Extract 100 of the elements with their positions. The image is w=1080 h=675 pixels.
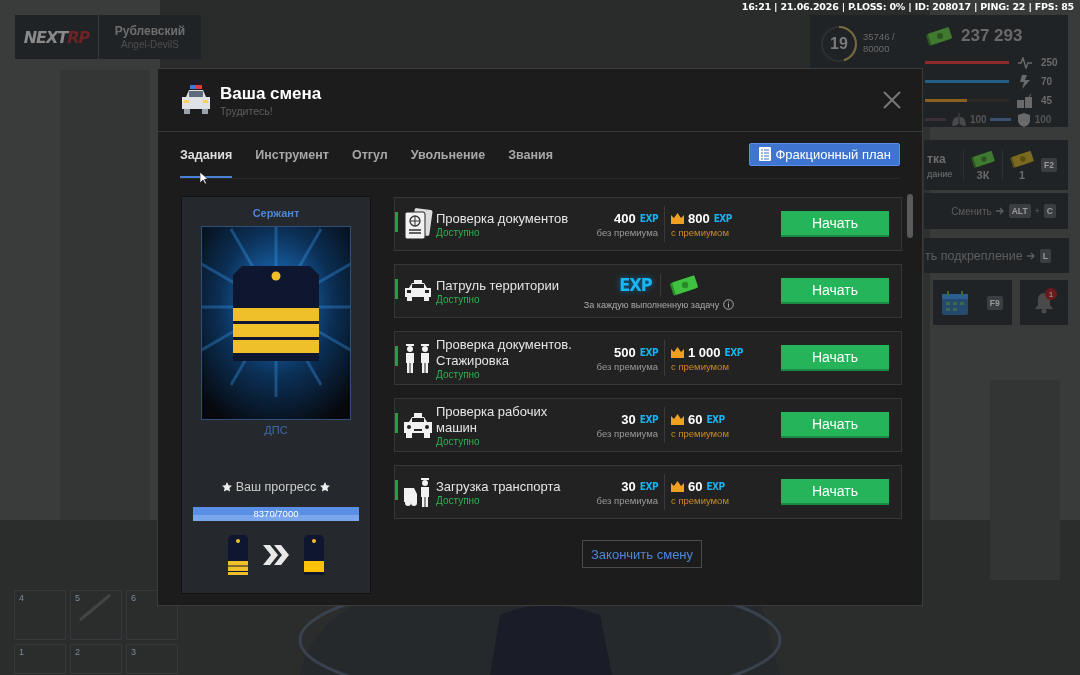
- notification-badge: 1: [1045, 288, 1057, 300]
- faction-plan-button[interactable]: Фракционный план: [749, 142, 900, 166]
- task-title: Проверка документов. Стажировка: [436, 336, 573, 369]
- stat-value: 45: [1041, 95, 1053, 106]
- money-amount: 237 293: [961, 26, 1023, 46]
- reward-caption: без премиума: [596, 227, 658, 238]
- hotbar-slot[interactable]: 5: [70, 590, 122, 640]
- stat-value: 250: [1041, 57, 1058, 68]
- cash-icon: [668, 273, 699, 296]
- calendar-icon: [942, 290, 969, 315]
- pulse-icon: [1018, 56, 1032, 69]
- task-status: Доступно: [436, 226, 481, 238]
- task-title: Проверка документов: [436, 210, 570, 227]
- hotbar-slot[interactable]: 2: [70, 644, 122, 674]
- exp-amount: 30: [621, 479, 636, 494]
- reward-caption: с премиумом: [671, 495, 729, 506]
- star-icon: [221, 482, 232, 492]
- task-status: Доступно: [436, 494, 481, 506]
- player-name: Рублевский: [114, 24, 186, 38]
- start-button[interactable]: Начать: [781, 412, 889, 438]
- logo: NEXTRP: [15, 15, 98, 59]
- bonus-title: тка: [927, 151, 947, 166]
- info-icon: [723, 299, 735, 310]
- close-button[interactable]: [882, 90, 902, 110]
- scrollbar-thumb[interactable]: [907, 194, 913, 238]
- cash-amount: 3К: [976, 168, 990, 181]
- cash-icon: [970, 149, 996, 168]
- list-icon: [759, 147, 772, 161]
- exp-amount: 800: [688, 211, 710, 226]
- switch-label: Сменить: [951, 205, 992, 217]
- tab[interactable]: Инструмент: [255, 132, 329, 178]
- key-hint: F2: [1041, 158, 1057, 172]
- level-ring: [820, 25, 858, 63]
- exp-label: EXP: [724, 347, 743, 358]
- task-title: Проверка рабочих машин: [436, 403, 549, 436]
- hotbar-slot[interactable]: 3: [126, 644, 178, 674]
- exp-label: EXP: [619, 274, 652, 295]
- cursor-icon: [200, 172, 209, 184]
- start-button[interactable]: Начать: [781, 479, 889, 505]
- end-shift-button[interactable]: Закончить смену: [582, 540, 703, 568]
- tab[interactable]: Звания: [508, 132, 554, 178]
- passport-icon: [403, 208, 433, 240]
- exp-label: EXP: [639, 347, 658, 358]
- crown-icon: [671, 414, 684, 425]
- exp-amount: 500: [614, 345, 636, 360]
- reward-caption: с премиумом: [671, 361, 729, 372]
- progress-label: Ваш прогресс: [235, 480, 317, 494]
- tab[interactable]: Увольнение: [410, 132, 486, 178]
- hotbar-slot[interactable]: 1: [14, 644, 66, 674]
- exp-amount: 30: [621, 412, 636, 427]
- key-hint: C: [1043, 204, 1056, 218]
- dialog-subtitle: Трудитесь!: [220, 104, 274, 117]
- police-car-icon: [180, 85, 212, 115]
- reward-caption: с премиумом: [671, 227, 729, 238]
- star-icon: [320, 482, 331, 492]
- backup-label: ть подкрепление: [925, 248, 1023, 263]
- taxi-icon: [403, 410, 433, 440]
- exp-label: EXP: [713, 213, 732, 224]
- hotbar-slot[interactable]: 4: [14, 590, 66, 640]
- reward-note: За каждую выполненную задачу: [583, 299, 720, 310]
- crown-icon: [671, 481, 684, 492]
- tab[interactable]: Отгул: [351, 132, 388, 178]
- reward-caption: без премиума: [596, 361, 658, 372]
- progress-text: 8370/7000: [253, 508, 299, 519]
- level-number: 19: [830, 35, 848, 53]
- start-button[interactable]: Начать: [781, 278, 889, 304]
- drink-icon: [1017, 93, 1033, 108]
- plus-sign: +: [1034, 206, 1040, 216]
- stat-value: 70: [1041, 76, 1053, 87]
- exp-label: EXP: [639, 213, 658, 224]
- start-button[interactable]: Начать: [781, 345, 889, 371]
- key-hint: L: [1039, 248, 1051, 263]
- exp-label: EXP: [639, 414, 658, 425]
- key-hint: F9: [986, 295, 1003, 310]
- key-hint: ALT: [1008, 204, 1031, 218]
- exp-label: EXP: [639, 481, 658, 492]
- task-status: Доступно: [436, 435, 481, 447]
- arrow-icon: [995, 207, 1005, 215]
- exp-amount: 60: [688, 479, 703, 494]
- status-bar-text: 16:21 | 21.06.2026 | P.LOSS: 0% | ID: 208017 | PING: 22 | FPS: 85: [741, 1, 1074, 12]
- dialog-title: Ваша смена: [220, 83, 323, 104]
- exp-label: EXP: [706, 414, 725, 425]
- exp-amount: 1 000: [688, 345, 721, 360]
- reward-caption: с премиумом: [671, 428, 729, 439]
- bonus-subtitle: дание: [927, 168, 954, 179]
- start-button[interactable]: Начать: [781, 211, 889, 237]
- crown-icon: [671, 213, 684, 224]
- police-car-icon: [403, 279, 433, 303]
- lungs-icon: [952, 113, 966, 126]
- bonus-count: 1: [1018, 168, 1026, 181]
- double-chevron-icon: [263, 545, 289, 565]
- unit-label: ДПС: [264, 424, 288, 436]
- cash-icon: [1009, 149, 1035, 168]
- crown-icon: [671, 347, 684, 358]
- exp-amount: 60: [688, 412, 703, 427]
- task-title: Загрузка транспорта: [436, 478, 562, 495]
- task-status: Доступно: [436, 293, 481, 305]
- arrow-icon: [1026, 251, 1036, 260]
- reward-caption: без премиума: [596, 495, 658, 506]
- shield-icon: [1017, 112, 1030, 127]
